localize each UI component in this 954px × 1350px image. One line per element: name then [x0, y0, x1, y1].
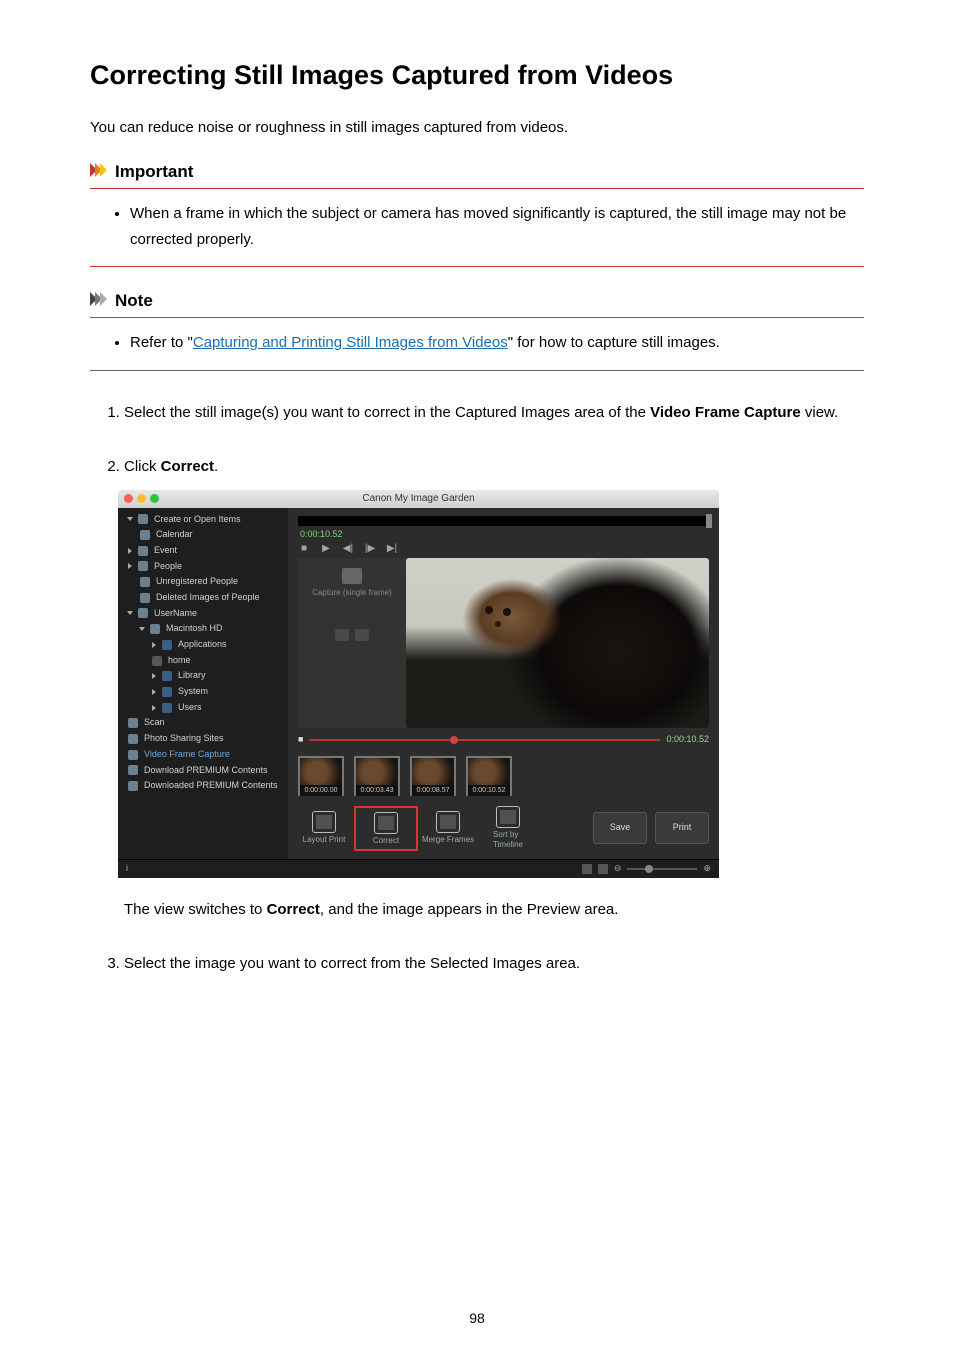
play-icon[interactable]: ▶ — [320, 542, 332, 554]
camera-icon[interactable] — [342, 568, 362, 584]
sidebar-item-username[interactable]: UserName — [118, 606, 288, 622]
thumb[interactable]: 0:00:03.43 — [354, 756, 400, 796]
sidebar-item-people[interactable]: People — [118, 559, 288, 575]
view-mode-icon[interactable] — [582, 864, 592, 874]
sidebar: Create or Open Items Calendar Event Peop… — [118, 508, 288, 859]
captured-thumbs: 0:00:00.00 0:00:03.43 0:00:08.57 0:00:10… — [298, 756, 709, 796]
important-item: When a frame in which the subject or cam… — [130, 201, 864, 252]
layout-print-button[interactable]: Layout Print — [298, 811, 350, 845]
sidebar-item-dled[interactable]: Downloaded PREMIUM Contents — [118, 778, 288, 794]
sidebar-item-deleted[interactable]: Deleted Images of People — [118, 590, 288, 606]
sidebar-item-unregistered[interactable]: Unregistered People — [118, 574, 288, 590]
zoom-in-icon[interactable]: ⊕ — [703, 863, 711, 875]
sidebar-item-vfc[interactable]: Video Frame Capture — [118, 747, 288, 763]
note-body: Refer to "Capturing and Printing Still I… — [90, 318, 864, 371]
chevron-icon — [90, 292, 105, 311]
important-label: Important — [115, 162, 193, 182]
print-button[interactable]: Print — [655, 812, 709, 844]
view-mode-icon[interactable] — [598, 864, 608, 874]
step-icon[interactable]: ▶| — [386, 542, 398, 554]
note-item: Refer to "Capturing and Printing Still I… — [130, 330, 864, 356]
step-3: Select the image you want to correct fro… — [124, 950, 864, 979]
mini-icon[interactable] — [355, 629, 369, 641]
video-strip[interactable] — [298, 516, 709, 526]
capture-label: Capture (single frame) — [302, 588, 402, 598]
save-button[interactable]: Save — [593, 812, 647, 844]
page-title: Correcting Still Images Captured from Vi… — [90, 60, 864, 91]
sidebar-item-system[interactable]: System — [118, 684, 288, 700]
intro-text: You can reduce noise or roughness in sti… — [90, 119, 864, 136]
slider-end-time: 0:00:10.52 — [666, 734, 709, 746]
sidebar-item-dlc[interactable]: Download PREMIUM Contents — [118, 763, 288, 779]
sidebar-item-sharing[interactable]: Photo Sharing Sites — [118, 731, 288, 747]
window-title: Canon My Image Garden — [118, 492, 719, 505]
thumb[interactable]: 0:00:10.52 — [466, 756, 512, 796]
merge-frames-button[interactable]: Merge Frames — [422, 811, 474, 845]
step-2-result: The view switches to Correct, and the im… — [124, 896, 864, 925]
thumb[interactable]: 0:00:08.57 — [410, 756, 456, 796]
time-slider[interactable]: ■ 0:00:10.52 — [298, 734, 709, 746]
preview-image — [406, 558, 709, 728]
titlebar: Canon My Image Garden — [118, 490, 719, 508]
note-label: Note — [115, 291, 153, 311]
next-frame-icon[interactable]: |▶ — [364, 542, 376, 554]
preview-zone: Capture (single frame) — [298, 558, 709, 728]
prev-frame-icon[interactable]: ◀| — [342, 542, 354, 554]
zoom-slider[interactable] — [627, 868, 697, 870]
sort-timeline-button[interactable]: Sort by Timeline — [482, 806, 534, 851]
sidebar-item-apps[interactable]: Applications — [118, 637, 288, 653]
chevron-icon — [90, 163, 105, 182]
important-body: When a frame in which the subject or cam… — [90, 189, 864, 267]
sidebar-item-scan[interactable]: Scan — [118, 715, 288, 731]
step-1: Select the still image(s) you want to co… — [124, 399, 864, 428]
stop-icon[interactable]: ■ — [298, 542, 310, 554]
correct-button[interactable]: Correct — [358, 810, 414, 847]
steps-list: Select the still image(s) you want to co… — [90, 399, 864, 979]
note-link[interactable]: Capturing and Printing Still Images from… — [193, 334, 508, 351]
timestamp: 0:00:10.52 — [300, 529, 719, 541]
action-row: Layout Print Correct Merge Frames Sort b… — [298, 806, 709, 851]
sidebar-item-library[interactable]: Library — [118, 668, 288, 684]
playback-controls: ■ ▶ ◀| |▶ ▶| — [298, 542, 719, 554]
sidebar-item-calendar[interactable]: Calendar — [118, 527, 288, 543]
sidebar-item-mac[interactable]: Macintosh HD — [118, 621, 288, 637]
mini-icon[interactable] — [335, 629, 349, 641]
info-icon[interactable]: i — [126, 863, 128, 875]
thumb[interactable]: 0:00:00.00 — [298, 756, 344, 796]
zoom-out-icon[interactable]: ⊖ — [614, 863, 622, 875]
page-number: 98 — [0, 1310, 954, 1326]
content-area: 0:00:10.52 ■ ▶ ◀| |▶ ▶| Capture (single … — [288, 508, 719, 859]
capture-panel: Capture (single frame) — [298, 558, 406, 650]
important-header: Important — [90, 158, 864, 189]
note-header: Note — [90, 287, 864, 318]
app-screenshot: Canon My Image Garden Create or Open Ite… — [118, 490, 719, 878]
statusbar: i ⊖ ⊕ — [118, 859, 719, 878]
step-2: Click Correct. Canon My Image Garden Cre… — [124, 453, 864, 924]
sidebar-item-users[interactable]: Users — [118, 700, 288, 716]
sidebar-item-event[interactable]: Event — [118, 543, 288, 559]
sidebar-item-home[interactable]: home — [118, 653, 288, 669]
sidebar-item-create[interactable]: Create or Open Items — [118, 512, 288, 528]
